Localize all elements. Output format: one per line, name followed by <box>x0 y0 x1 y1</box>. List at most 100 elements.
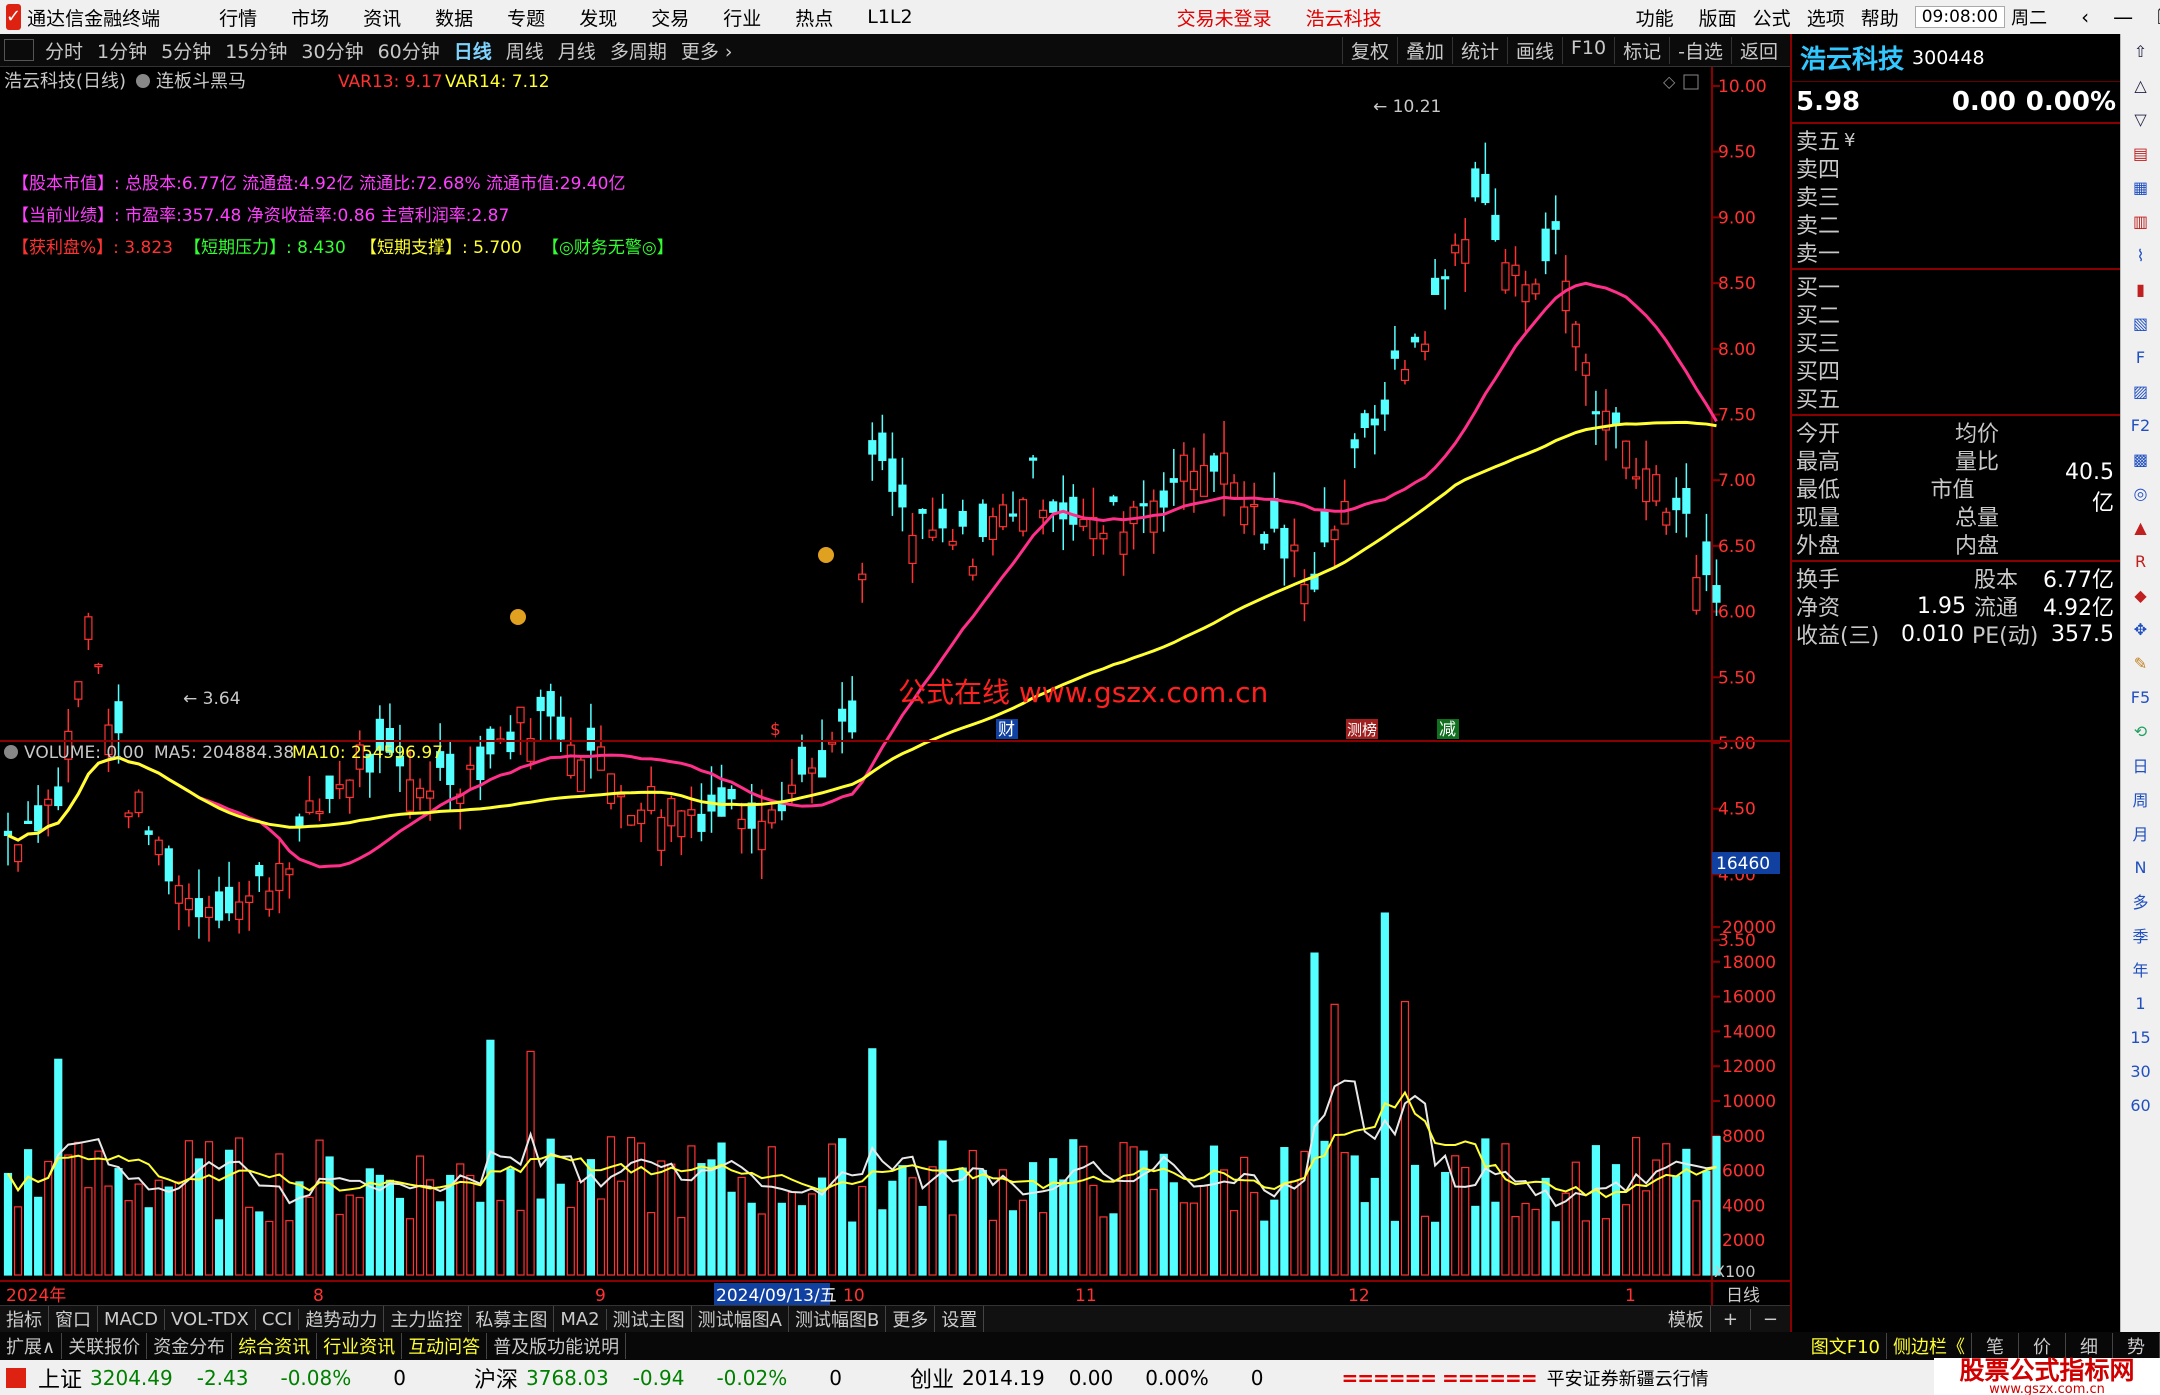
tab-cci[interactable]: CCI <box>256 1308 300 1330</box>
kline-chart-area[interactable]: 浩云科技(日线) 连板斗黑马 VAR13: 9.17 VAR14: 7.12 ◇… <box>0 67 1790 1305</box>
menu-hangye[interactable]: 行业 <box>706 4 778 31</box>
marker-rank[interactable]: 测榜 <box>1347 721 1377 739</box>
trade-login-status[interactable]: 交易未登录 <box>1160 4 1289 31</box>
tab-add[interactable]: + <box>1711 1308 1751 1330</box>
sidebar-tool-icon[interactable]: ▤ <box>2121 136 2160 170</box>
tab-simu[interactable]: 私募主图 <box>469 1306 555 1332</box>
sh-index-name[interactable]: 上证 <box>38 1362 82 1394</box>
sidebar-period-season[interactable]: 季 <box>2121 918 2160 952</box>
btn-biaoji[interactable]: 标记 <box>1614 36 1669 64</box>
tab-vol-tdx[interactable]: VOL-TDX <box>165 1308 256 1330</box>
toggle-panel-icon[interactable] <box>4 39 34 61</box>
btn-remove-watchlist[interactable]: -自选 <box>1669 36 1731 64</box>
sidebar-rsi-icon[interactable]: R <box>2121 544 2160 578</box>
nav-up-icon[interactable]: ⇧ <box>2121 34 2160 68</box>
marker-dollar[interactable]: $ <box>770 720 781 740</box>
btn-diejia[interactable]: 叠加 <box>1396 36 1452 64</box>
period-60min[interactable]: 60分钟 <box>371 37 447 64</box>
tab-zhuli[interactable]: 主力监控 <box>384 1306 470 1332</box>
menu-redian[interactable]: 热点 <box>778 4 850 31</box>
sidebar-calc-icon[interactable]: ▩ <box>2121 442 2160 476</box>
info-tab-capital[interactable]: 资金分布 <box>147 1333 233 1359</box>
tab-zhibiao[interactable]: 指标 <box>0 1306 49 1332</box>
menu-hangqing[interactable]: 行情 <box>202 4 274 31</box>
tab-ceshi-zhutu[interactable]: 测试主图 <box>607 1306 692 1332</box>
menu-shichang[interactable]: 市场 <box>274 4 346 31</box>
menu-banmian[interactable]: 版面 <box>1691 4 1745 31</box>
sidebar-compass-icon[interactable]: ◎ <box>2121 476 2160 510</box>
period-weekly[interactable]: 周线 <box>499 37 551 64</box>
sidebar-move-icon[interactable]: ✥ <box>2121 612 2160 646</box>
chart-option-icon[interactable]: ◇ <box>1663 72 1676 91</box>
sidebar-trend-icon[interactable]: ▥ <box>2121 204 2160 238</box>
tab-qushi[interactable]: 趋势动力 <box>299 1306 385 1332</box>
sidebar-kline-icon[interactable]: ▮ <box>2121 272 2160 306</box>
tab-macd[interactable]: MACD <box>98 1308 165 1330</box>
sidebar-f10-icon[interactable]: F <box>2121 340 2160 374</box>
volume-dropdown-icon[interactable] <box>4 745 18 759</box>
minimize-icon[interactable]: — <box>2101 5 2145 29</box>
menu-jiaoyi[interactable]: 交易 <box>634 4 706 31</box>
menu-zixun[interactable]: 资讯 <box>346 4 418 31</box>
tab-remove[interactable]: − <box>1751 1309 1790 1330</box>
indicator-name[interactable]: 连板斗黑马 <box>156 71 246 92</box>
sidebar-f5-icon[interactable]: F5 <box>2121 680 2160 714</box>
info-tab-news[interactable]: 综合资讯 <box>232 1333 318 1359</box>
menu-bangzhu[interactable]: 帮助 <box>1853 4 1907 31</box>
period-daily[interactable]: 日线 <box>447 37 499 64</box>
tab-ceshi-futu-a[interactable]: 测试幅图A <box>692 1306 789 1332</box>
period-more[interactable]: 更多 › <box>674 37 740 64</box>
menu-l1l2[interactable]: L1L2 <box>850 6 929 28</box>
sidebar-period-year[interactable]: 年 <box>2121 952 2160 986</box>
info-tab-f10[interactable]: 图文F10 <box>1805 1333 1887 1359</box>
info-tab-related[interactable]: 关联报价 <box>62 1333 148 1359</box>
btn-fuquan[interactable]: 复权 <box>1341 36 1397 64</box>
tab-more[interactable]: 更多 <box>886 1306 936 1332</box>
chart-maximize-icon[interactable] <box>1683 74 1699 90</box>
menu-faxian[interactable]: 发现 <box>562 4 634 31</box>
info-tab-expand[interactable]: 扩展∧ <box>0 1333 63 1359</box>
sidebar-grid-icon[interactable]: ▨ <box>2121 374 2160 408</box>
sidebar-pin-icon[interactable]: ◆ <box>2121 578 2160 612</box>
sidebar-period-month[interactable]: 月 <box>2121 816 2160 850</box>
sidebar-period-n[interactable]: N <box>2121 850 2160 884</box>
sidebar-pencil-icon[interactable]: ✎ <box>2121 646 2160 680</box>
cy-index-name[interactable]: 创业 <box>910 1362 954 1394</box>
sidebar-period-30[interactable]: 30 <box>2121 1054 2160 1088</box>
sidebar-period-multi[interactable]: 多 <box>2121 884 2160 918</box>
sidebar-period-week[interactable]: 周 <box>2121 782 2160 816</box>
period-fenshi[interactable]: 分时 <box>38 37 90 64</box>
back-arrow-icon[interactable]: ‹ <box>2069 5 2101 29</box>
sidebar-list-icon[interactable]: ▦ <box>2121 170 2160 204</box>
tab-ma2[interactable]: MA2 <box>554 1308 607 1330</box>
menu-gongshi[interactable]: 公式 <box>1745 4 1799 31</box>
tab-settings[interactable]: 设置 <box>935 1306 985 1332</box>
sidebar-linechart-icon[interactable]: ⌇ <box>2121 238 2160 272</box>
btn-tongji[interactable]: 统计 <box>1451 36 1507 64</box>
marker-finance[interactable]: 财 <box>998 720 1015 740</box>
btn-f10[interactable]: F10 <box>1562 36 1614 64</box>
sidebar-period-day[interactable]: 日 <box>2121 748 2160 782</box>
menu-xuanxiang[interactable]: 选项 <box>1799 4 1853 31</box>
nav-arrow-down-icon[interactable]: ▽ <box>2121 102 2160 136</box>
tab-ceshi-futu-b[interactable]: 测试幅图B <box>789 1306 887 1332</box>
period-monthly[interactable]: 月线 <box>551 37 603 64</box>
sidebar-period-15[interactable]: 15 <box>2121 1020 2160 1054</box>
info-tab-help[interactable]: 普及版功能说明 <box>487 1333 627 1359</box>
period-multi[interactable]: 多周期 <box>603 37 674 64</box>
indicator-dropdown-icon[interactable] <box>136 74 150 88</box>
period-30min[interactable]: 30分钟 <box>294 37 370 64</box>
btn-back[interactable]: 返回 <box>1730 36 1786 64</box>
period-15min[interactable]: 15分钟 <box>218 37 294 64</box>
info-tab-industry[interactable]: 行业资讯 <box>317 1333 403 1359</box>
tab-chuangkou[interactable]: 窗口 <box>49 1306 98 1332</box>
hs-index-name[interactable]: 沪深 <box>474 1362 518 1394</box>
nav-arrow-up-icon[interactable]: △ <box>2121 68 2160 102</box>
tab-template[interactable]: 模板 <box>1662 1306 1711 1332</box>
marker-reduce[interactable]: 减 <box>1439 720 1456 740</box>
btn-huaxian[interactable]: 画线 <box>1506 36 1562 64</box>
sidebar-signal-icon[interactable]: ▲ <box>2121 510 2160 544</box>
sidebar-refresh-icon[interactable]: ⟲ <box>2121 714 2160 748</box>
sidebar-f2-icon[interactable]: F2 <box>2121 408 2160 442</box>
period-5min[interactable]: 5分钟 <box>154 37 218 64</box>
